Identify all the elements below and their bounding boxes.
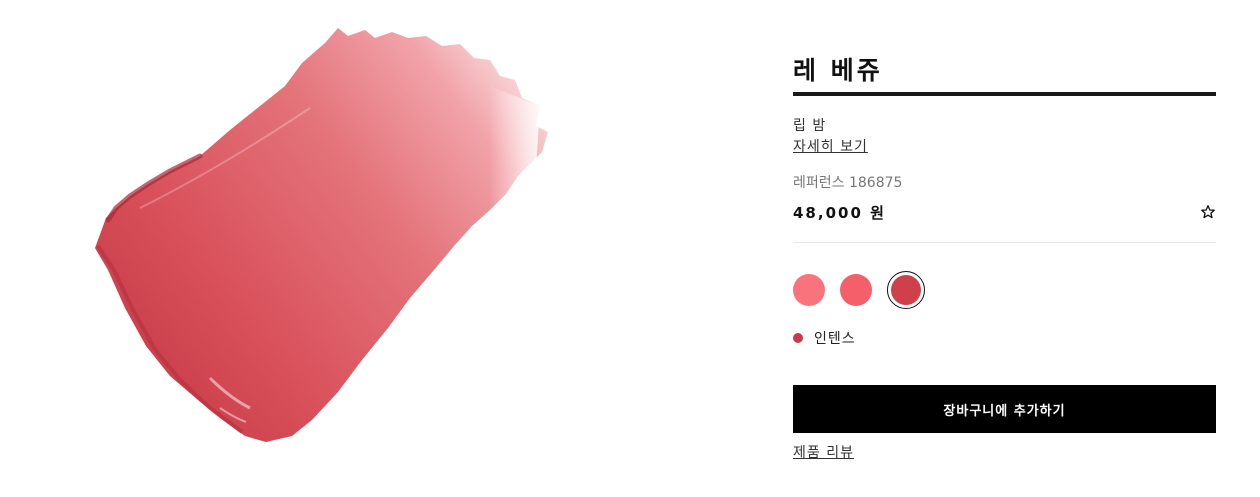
product-reference: 레퍼런스 186875 [793,175,903,191]
title-divider [793,92,1216,96]
details-link[interactable]: 자세히 보기 [793,136,868,156]
selected-shade-dot [793,333,803,343]
section-divider [793,242,1216,243]
shade-option-3[interactable] [891,275,921,305]
add-to-cart-button[interactable]: 장바구니에 추가하기 [793,385,1216,433]
product-page: 레 베쥬 립 밤 자세히 보기 레퍼런스 186875 48,000 원 인텐스… [0,0,1260,497]
product-title: 레 베쥬 [793,56,883,85]
product-swatch-image [95,28,548,442]
star-outline-icon[interactable] [1200,204,1216,220]
shade-option-1[interactable] [793,274,825,306]
product-price: 48,000 원 [793,204,886,222]
shade-option-2[interactable] [840,274,872,306]
product-category: 립 밤 [793,118,827,134]
selected-shade-name: 인텐스 [814,331,856,347]
shade-selector [793,271,993,309]
product-reviews-link[interactable]: 제품 리뷰 [793,442,854,462]
